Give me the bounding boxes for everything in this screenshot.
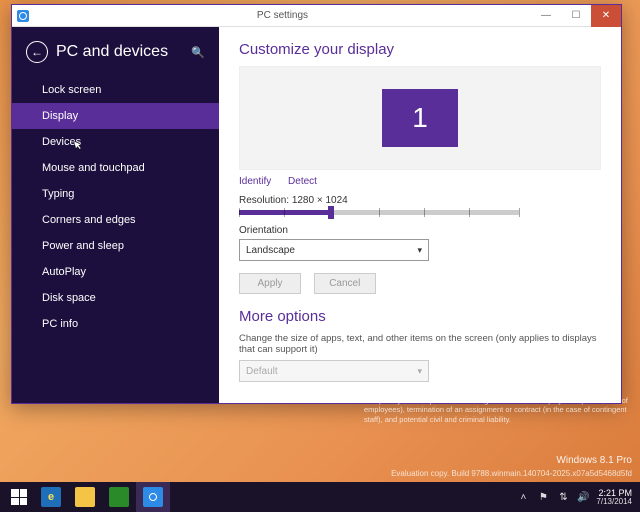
resolution-label: Resolution: 1280 × 1024 [239,195,601,206]
chevron-down-icon: ▾ [417,366,422,377]
sidebar-item-display[interactable]: Display [12,103,219,129]
titlebar-app-icon [12,5,34,27]
back-button[interactable]: ← [26,41,48,63]
taskbar-clock[interactable]: 2:21 PM 7/13/2014 [596,489,632,506]
more-options-header: More options [239,308,601,325]
scaling-value: Default [246,366,278,377]
slider-thumb-icon[interactable] [328,206,334,219]
main-content: Customize your display 1 Identify Detect… [219,27,621,403]
taskbar-pc-settings[interactable] [136,482,170,512]
close-button[interactable]: ✕ [591,5,621,27]
desktop-build-text: Evaluation copy. Build 9788.winmain.1407… [391,469,632,478]
display-monitor-1[interactable]: 1 [382,89,458,147]
cancel-button[interactable]: Cancel [314,273,376,294]
sidebar-item-mouse-touchpad[interactable]: Mouse and touchpad [12,155,219,181]
sidebar-item-devices[interactable]: Devices [12,129,219,155]
tray-volume-icon[interactable]: 🔊 [576,492,590,503]
scaling-help-text: Change the size of apps, text, and other… [239,333,601,355]
slider-fill [239,210,331,215]
system-tray: ˄ ⚑ ⇅ 🔊 2:21 PM 7/13/2014 [516,489,636,506]
scaling-select[interactable]: Default ▾ [239,360,429,382]
resolution-slider[interactable] [239,210,519,215]
back-arrow-icon: ← [31,46,43,58]
desktop-legal-text: disciplinary action up to and including … [364,396,634,424]
desktop-brand-text: Windows 8.1 Pro [556,455,632,466]
folder-icon [75,487,95,507]
sidebar-item-power-sleep[interactable]: Power and sleep [12,233,219,259]
resolution-value: 1280 × 1024 [292,195,348,206]
sidebar-title: PC and devices [56,43,191,61]
taskbar[interactable]: e ˄ ⚑ ⇅ 🔊 2:21 PM 7/13/2014 [0,482,640,512]
taskbar-ie[interactable]: e [34,482,68,512]
sidebar-list: Lock screen Display Devices Mouse and to… [12,77,219,337]
orientation-select[interactable]: Landscape ▾ [239,239,429,261]
start-button[interactable] [4,482,34,512]
store-icon [109,487,129,507]
orientation-value: Landscape [246,245,295,256]
tray-chevron-up-icon[interactable]: ˄ [516,492,530,503]
sidebar-item-disk-space[interactable]: Disk space [12,285,219,311]
sidebar-item-typing[interactable]: Typing [12,181,219,207]
minimize-button[interactable]: — [531,5,561,27]
page-title: Customize your display [239,41,601,58]
desktop: PC settings — ☐ ✕ ← PC and devices 🔍 Loc… [0,0,640,512]
sidebar-item-lock-screen[interactable]: Lock screen [12,77,219,103]
titlebar: PC settings — ☐ ✕ [12,5,621,27]
sidebar: ← PC and devices 🔍 Lock screen Display D… [12,27,219,403]
windows-logo-icon [11,489,27,505]
taskbar-file-explorer[interactable] [68,482,102,512]
chevron-down-icon: ▾ [417,245,422,256]
search-icon[interactable]: 🔍 [191,46,205,59]
maximize-button[interactable]: ☐ [561,5,591,27]
display-preview-area[interactable]: 1 [239,66,601,170]
tray-network-icon[interactable]: ⇅ [556,492,570,503]
pc-settings-window: PC settings — ☐ ✕ ← PC and devices 🔍 Loc… [11,4,622,404]
apply-button[interactable]: Apply [239,273,301,294]
taskbar-store[interactable] [102,482,136,512]
tray-action-center-icon[interactable]: ⚑ [536,492,550,503]
titlebar-title: PC settings [34,10,531,21]
detect-link[interactable]: Detect [288,176,317,187]
sidebar-item-pc-info[interactable]: PC info [12,311,219,337]
identify-link[interactable]: Identify [239,176,271,187]
sidebar-item-corners-edges[interactable]: Corners and edges [12,207,219,233]
orientation-label: Orientation [239,225,601,236]
sidebar-item-autoplay[interactable]: AutoPlay [12,259,219,285]
